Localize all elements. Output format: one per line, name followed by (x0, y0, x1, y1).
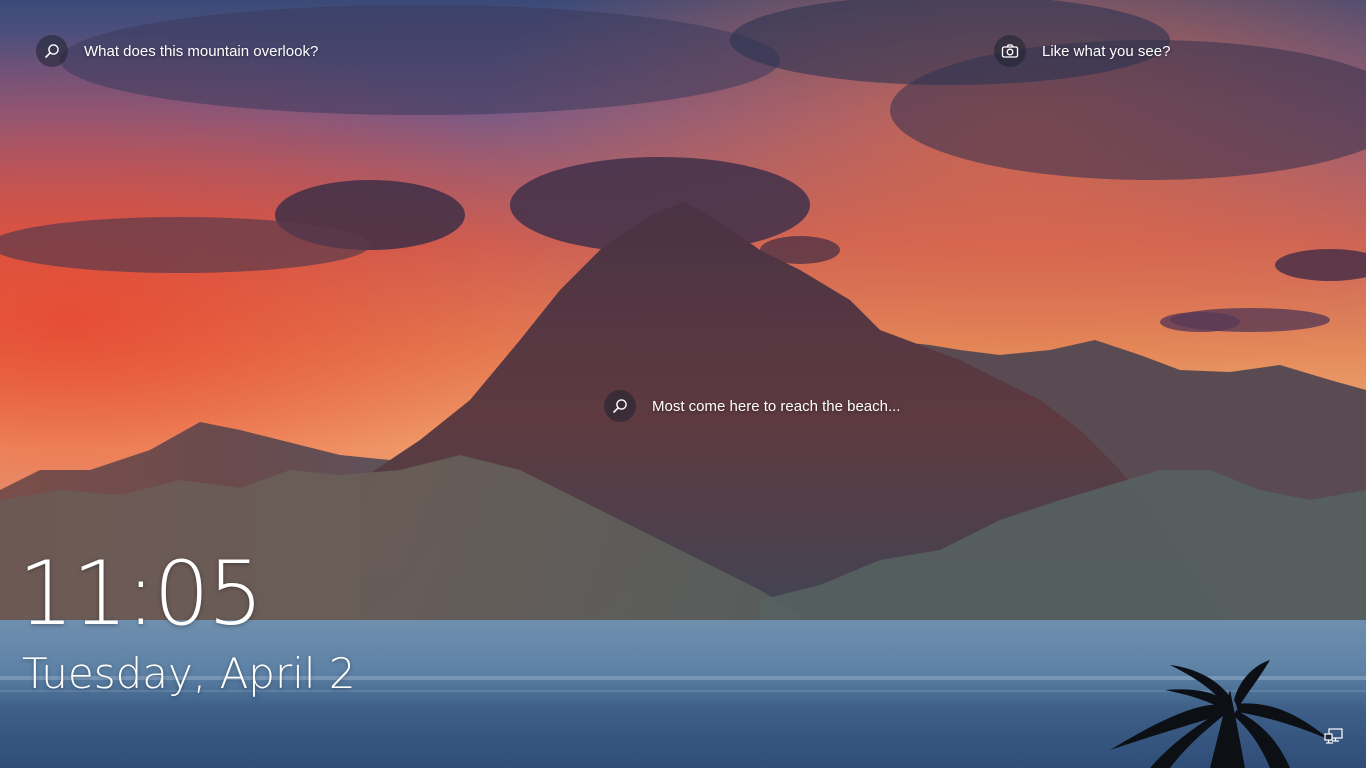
spotlight-text-top-left[interactable]: What does this mountain overlook? (84, 43, 318, 60)
spotlight-hotspot-middle[interactable]: Most come here to reach the beach... (604, 390, 900, 422)
spotlight-hotspot-like[interactable]: Like what you see? (994, 35, 1170, 67)
lock-screen[interactable]: What does this mountain overlook? Like w… (0, 0, 1366, 768)
search-icon[interactable] (604, 390, 636, 422)
search-icon[interactable] (36, 35, 68, 67)
camera-icon[interactable] (994, 35, 1026, 67)
spotlight-hotspot-top-left[interactable]: What does this mountain overlook? (36, 35, 318, 67)
spotlight-text-like[interactable]: Like what you see? (1042, 43, 1170, 60)
spotlight-text-middle[interactable]: Most come here to reach the beach... (652, 398, 900, 415)
lock-screen-time: 11:05 (18, 542, 264, 645)
lock-screen-date: Tuesday, April 2 (22, 649, 356, 698)
network-icon[interactable] (1324, 728, 1344, 746)
